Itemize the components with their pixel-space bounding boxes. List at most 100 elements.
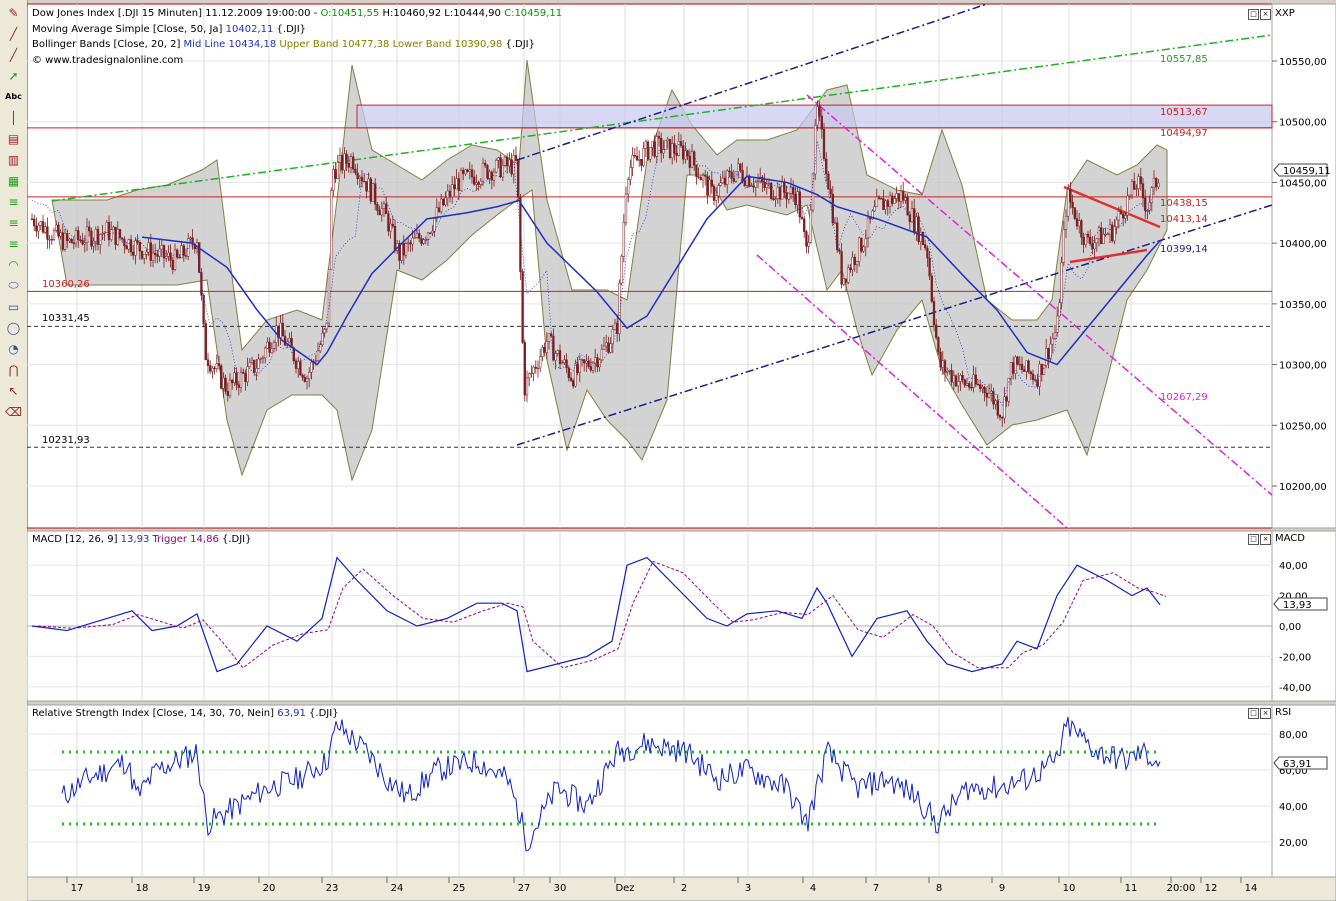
candle-body — [1087, 234, 1089, 237]
candle-body — [126, 246, 128, 249]
candle-body — [788, 193, 790, 199]
candle-body — [273, 343, 275, 349]
line-icon[interactable]: ╱ — [4, 25, 23, 42]
candle-body — [322, 333, 324, 345]
candle-body — [715, 196, 717, 201]
candle-body — [317, 351, 319, 361]
vertical-line-icon[interactable]: │ — [4, 109, 23, 126]
candle-body — [592, 363, 594, 370]
candle-body — [1155, 178, 1157, 187]
candle-body — [143, 254, 145, 258]
candle-body — [495, 160, 497, 172]
candle-body — [88, 227, 90, 231]
candle-body — [647, 142, 649, 159]
candle-body — [1030, 372, 1032, 374]
macd-y-label: -20,00 — [1279, 652, 1311, 663]
level-label: 10438,15 — [1160, 198, 1208, 209]
candle-body — [790, 187, 792, 193]
macd-panel[interactable] — [27, 531, 1272, 701]
circle-icon[interactable]: ◯ — [4, 319, 23, 336]
candle-body — [656, 136, 658, 156]
candle-body — [80, 240, 82, 241]
candle-body — [533, 367, 535, 373]
fibonacci-icon[interactable]: ≡ — [4, 193, 23, 210]
fibonacci-icon[interactable]: ≡ — [4, 214, 23, 231]
candle-body — [621, 256, 623, 283]
candle-body — [1120, 211, 1122, 213]
candle-body — [535, 367, 537, 368]
cursor-icon[interactable]: ↖ — [4, 382, 23, 399]
candle-body — [841, 252, 843, 285]
maximize-button[interactable]: □ — [1248, 534, 1259, 545]
candle-body — [240, 372, 242, 387]
candle-body — [590, 367, 592, 371]
maximize-button[interactable]: □ — [1248, 708, 1259, 719]
fibonacci-icon[interactable]: ≡ — [4, 235, 23, 252]
pencil-icon[interactable]: ✎ — [4, 4, 23, 21]
channel-icon[interactable]: ▥ — [4, 151, 23, 168]
x-axis-label: 19 — [198, 883, 211, 894]
magnet-icon[interactable]: ⋂ — [4, 361, 23, 378]
arc-icon[interactable]: ◠ — [4, 256, 23, 273]
candle-body — [522, 272, 524, 343]
macd-value: 13,93 — [121, 534, 150, 545]
macd-suffix: {.DJI} — [219, 534, 252, 545]
candle-body — [940, 352, 942, 367]
arrow-icon[interactable]: ➚ — [4, 67, 23, 84]
candle-body — [887, 201, 889, 207]
candle-body — [1004, 397, 1006, 418]
candle-body — [852, 257, 854, 270]
candle-body — [44, 227, 46, 233]
macd-trigger-label: Trigger — [149, 534, 190, 545]
candle-body — [82, 240, 84, 244]
close-icon[interactable]: × — [1260, 708, 1271, 719]
rectangle-icon[interactable]: ▭ — [4, 298, 23, 315]
y-axis-label: 10400,00 — [1279, 239, 1327, 250]
text-icon[interactable]: Abc — [4, 88, 23, 105]
channel-icon[interactable]: ▤ — [4, 130, 23, 147]
candle-body — [641, 159, 643, 165]
maximize-button[interactable]: □ — [1248, 9, 1259, 20]
candle-body — [1001, 417, 1003, 418]
candle-body — [390, 224, 392, 231]
candle-body — [768, 183, 770, 184]
y-axis-label: 10500,00 — [1279, 118, 1327, 129]
eraser-icon[interactable]: ⌫ — [4, 403, 23, 420]
line-icon[interactable]: ╱ — [4, 46, 23, 63]
rsi-y-label: 80,00 — [1279, 730, 1308, 741]
candle-body — [658, 136, 660, 138]
candle-body — [372, 184, 374, 202]
candle-body — [1041, 364, 1043, 374]
candle-body — [900, 191, 902, 201]
candle-body — [828, 174, 830, 189]
candle-body — [152, 253, 154, 261]
candle-body — [247, 367, 249, 382]
y-axis-label: 10350,00 — [1279, 300, 1327, 311]
ellipse-icon[interactable]: ⬭ — [4, 277, 23, 294]
copyright: © www.tradesignalonline.com — [32, 55, 183, 66]
close-icon[interactable]: × — [1260, 9, 1271, 20]
parallel-line-icon[interactable]: ▦ — [4, 172, 23, 189]
candle-body — [1111, 225, 1113, 241]
drawing-toolbar: ✎ ╱ ╱ ➚ Abc │ ▤ ▥ ▦ ≡ ≡ ≡ ◠ ⬭ ▭ ◯ ◔ ⋂ ↖ ⌫ — [0, 0, 28, 901]
candle-body — [777, 187, 779, 199]
resistance-zone — [357, 105, 1272, 128]
candle-body — [38, 225, 40, 231]
candle-body — [858, 238, 860, 261]
candle-body — [599, 360, 601, 367]
candle-body — [1012, 363, 1014, 374]
close-icon[interactable]: × — [1260, 534, 1271, 545]
candle-body — [401, 243, 403, 260]
candle-body — [632, 155, 634, 167]
ohlc-open: O:10451,55 — [320, 8, 379, 19]
x-axis-label: 7 — [873, 883, 879, 894]
candle-body — [359, 177, 361, 179]
chart-svg[interactable]: 171819202324252730Dez234789101120:001214… — [27, 0, 1336, 901]
main-y-axis — [1272, 4, 1336, 528]
candle-body — [456, 179, 458, 189]
candle-body — [245, 373, 247, 381]
pie-icon[interactable]: ◔ — [4, 340, 23, 357]
rsi-panel[interactable] — [27, 705, 1272, 877]
candle-body — [403, 243, 405, 255]
candle-body — [1100, 228, 1102, 244]
